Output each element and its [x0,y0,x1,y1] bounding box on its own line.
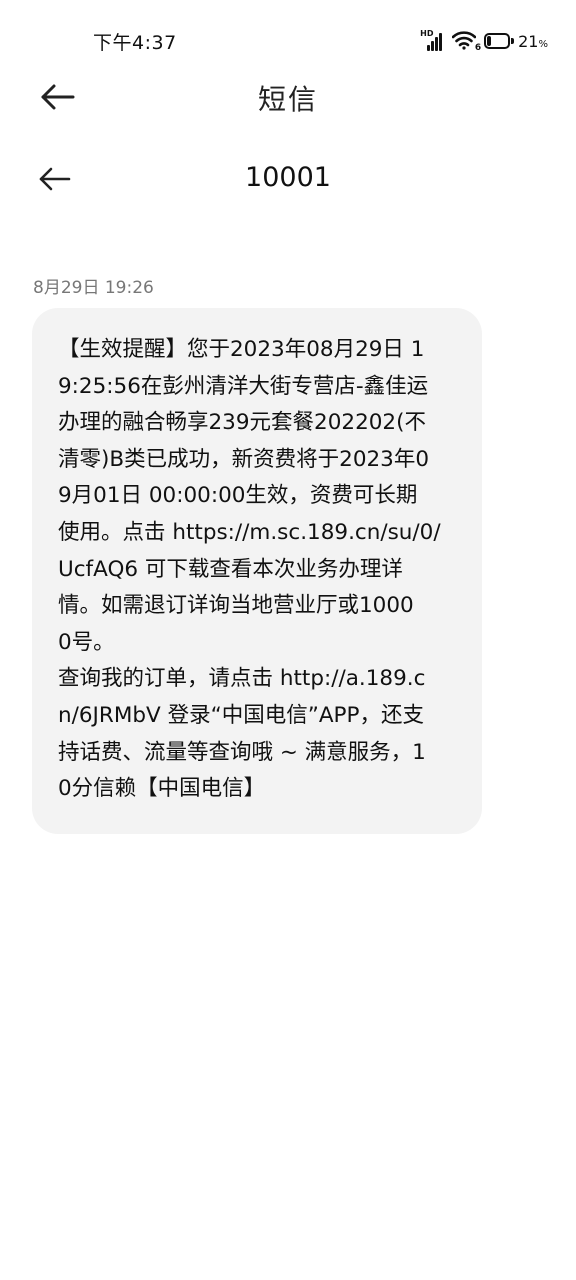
message-text: 【生效提醒】您于2023年08月29日 1 9:25:56在彭州清洋大街专营店-… [58,332,456,808]
message-line: 持话费、流量等查询哦 ~ 满意服务，1 [58,739,426,765]
message-line: 0号。 [58,629,115,655]
signal-hd-icon: HD [420,30,448,52]
status-bar: 下午4:37 HD 6 21% [0,0,576,80]
battery-percent: 21% [518,31,548,51]
conversation-title: 10001 [245,162,331,193]
message-line: 9月01日 00:00:00生效，资费可长期 [58,483,418,509]
message-line: 清零)B类已成功，新资费将于2023年0 [58,446,430,472]
page-title: 短信 [257,83,318,116]
message-timestamp: 8月29日 19:26 [33,278,154,298]
status-time: 下午4:37 [93,32,177,54]
message-line: 【生效提醒】您于2023年08月29日 1 [58,337,425,362]
status-icons: HD 6 21% [420,28,548,54]
message-line: 0分信赖【中国电信】 [58,776,266,802]
conversation-header: 10001 [0,152,576,208]
app-header: 短信 [0,70,576,126]
message-link-line[interactable]: UcfAQ6 可下载查看本次业务办理详 [58,552,456,589]
message-link-line[interactable]: n/6JRMbV 登录“中国电信”APP，还支 [58,698,456,735]
message-line: 情。如需退订详询当地营业厅或1000 [58,593,414,619]
wifi-6-label: 6 [474,43,482,53]
wifi-icon: 6 [451,30,482,53]
battery-icon [484,33,515,49]
message-bubble[interactable]: 【生效提醒】您于2023年08月29日 1 9:25:56在彭州清洋大街专营店-… [32,308,482,834]
message-link-line[interactable]: 查询我的订单，请点击 http://a.189.c [58,661,456,698]
message-link-line[interactable]: 使用。点击 https://m.sc.189.cn/su/0/ [58,515,456,552]
message-line: 9:25:56在彭州清洋大街专营店-鑫佳运 [58,373,429,399]
battery-fill [487,36,492,46]
message-line: 办理的融合畅享239元套餐202202(不 [58,410,426,436]
